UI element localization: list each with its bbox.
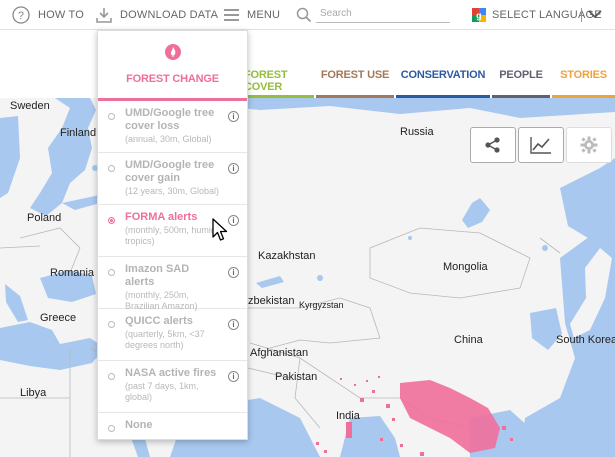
radio-button[interactable] (108, 425, 115, 432)
info-icon[interactable]: i (228, 319, 239, 330)
tab-people[interactable]: PEOPLE (492, 31, 550, 98)
language-divider (581, 8, 582, 22)
layer-option-nasa-fires[interactable]: NASA active fires (past 7 days, 1km, glo… (98, 361, 247, 413)
label-india: India (336, 410, 360, 422)
layer-option-imazon-sad[interactable]: Imazon SAD alerts (monthly, 250m, Brazil… (98, 257, 247, 311)
google-translate-icon: g (472, 8, 486, 22)
download-data-link[interactable]: DOWNLOAD DATA (96, 0, 218, 30)
layer-subtitle: (past 7 days, 1km, global) (125, 381, 199, 402)
layer-subtitle: (annual, 30m, Global) (125, 134, 212, 144)
select-language-label: SELECT LANGUAGE (492, 9, 602, 21)
info-icon[interactable]: i (228, 371, 239, 382)
share-icon (485, 137, 500, 153)
label-sweden: Sweden (10, 100, 50, 112)
layer-option-tree-cover-loss[interactable]: UMD/Google tree cover loss (annual, 30m,… (98, 101, 247, 153)
chevron-down-icon[interactable] (588, 10, 602, 19)
settings-button[interactable] (566, 127, 612, 163)
layer-title: UMD/Google tree cover gain (125, 159, 215, 184)
radio-button[interactable] (108, 113, 115, 120)
mediterranean-sea (0, 322, 105, 370)
tab-forest-use[interactable]: FOREST USE (316, 31, 394, 98)
chart-icon (530, 137, 551, 154)
forest-change-label: FOREST CHANGE (126, 73, 219, 85)
info-icon[interactable]: i (228, 111, 239, 122)
radio-button-selected[interactable] (108, 217, 115, 224)
menu-label: MENU (247, 9, 281, 21)
label-kyrgyzstan: Kyrgyzstan (299, 300, 344, 310)
top-bar: ? HOW TO DOWNLOAD DATA MENU Search g SEL… (0, 0, 615, 30)
svg-text:g: g (476, 11, 482, 21)
layer-subtitle: (monthly, 500m, humid tropics) (125, 225, 216, 246)
tab-conservation-label: CONSERVATION (400, 69, 486, 81)
radio-button[interactable] (108, 321, 115, 328)
layer-title: FORMA alerts (125, 211, 198, 223)
radio-button[interactable] (108, 373, 115, 380)
share-button[interactable] (470, 127, 516, 163)
label-pakistan: Pakistan (275, 371, 318, 383)
label-china: China (454, 334, 483, 346)
radio-button[interactable] (108, 269, 115, 276)
tab-forest-use-label: FOREST USE (320, 69, 390, 81)
tab-conservation[interactable]: CONSERVATION (396, 31, 490, 98)
hamburger-icon (224, 9, 239, 21)
forest-change-icon (165, 44, 181, 60)
tab-forest-cover-label: FOREST COVER (244, 69, 288, 93)
label-russia: Russia (400, 126, 434, 138)
tab-forest-cover[interactable]: FOREST COVER (244, 31, 314, 98)
label-poland: Poland (27, 212, 62, 224)
label-romania: Romania (50, 267, 95, 279)
label-kazakhstan: Kazakhstan (258, 250, 316, 262)
help-icon: ? (12, 6, 30, 24)
mouse-cursor-icon (212, 218, 228, 241)
label-south-korea: South Korea (556, 334, 615, 346)
forest-change-tab[interactable]: FOREST CHANGE (98, 31, 247, 101)
lake-balkhash (256, 276, 284, 288)
layer-title: None (125, 419, 153, 431)
label-greece: Greece (40, 312, 77, 324)
adriatic-sea (5, 284, 28, 322)
info-icon[interactable]: i (228, 267, 239, 278)
main-nav: FOREST COVER FOREST USE CONSERVATION PEO… (0, 31, 615, 98)
lake-baikal (462, 198, 490, 228)
north-sea (0, 116, 20, 198)
layer-subtitle: (12 years, 30m, Global) (125, 186, 220, 196)
layer-title: QUICC alerts (125, 315, 193, 327)
info-icon[interactable]: i (228, 215, 239, 226)
layer-option-tree-cover-gain[interactable]: UMD/Google tree cover gain (12 years, 30… (98, 153, 247, 205)
label-uzbekistan: zbekistan (248, 295, 295, 307)
search-icon (296, 7, 312, 23)
tab-stories-label: STORIES (560, 69, 607, 81)
download-data-label: DOWNLOAD DATA (120, 9, 219, 21)
radio-button[interactable] (108, 165, 115, 172)
analysis-button[interactable] (518, 127, 564, 163)
info-icon[interactable]: i (228, 163, 239, 174)
layer-option-quicc-alerts[interactable]: QUICC alerts (quarterly, 5km, <37 degree… (98, 309, 247, 361)
label-mongolia: Mongolia (443, 261, 488, 273)
menu-button[interactable]: MENU (224, 0, 280, 30)
layer-title: Imazon SAD alerts (125, 263, 190, 288)
download-icon (96, 8, 112, 23)
how-to-label: HOW TO (38, 9, 85, 21)
search-input[interactable]: Search (316, 5, 450, 23)
label-finland: Finland (60, 127, 97, 139)
layer-title: UMD/Google tree cover loss (125, 107, 215, 132)
layer-subtitle: (quarterly, 5km, <37 degrees north) (125, 329, 205, 350)
tab-stories[interactable]: STORIES (552, 31, 615, 98)
svg-text:?: ? (18, 10, 24, 22)
settings-icon (580, 136, 598, 154)
how-to-link[interactable]: ? HOW TO (12, 0, 84, 30)
tab-people-label: PEOPLE (499, 69, 543, 81)
label-libya: Libya (20, 387, 47, 399)
select-language-button[interactable]: g SELECT LANGUAGE (472, 0, 602, 30)
label-afghanistan: Afghanistan (250, 347, 309, 359)
layer-option-none[interactable]: None (98, 413, 247, 441)
layer-title: NASA active fires (125, 367, 217, 379)
